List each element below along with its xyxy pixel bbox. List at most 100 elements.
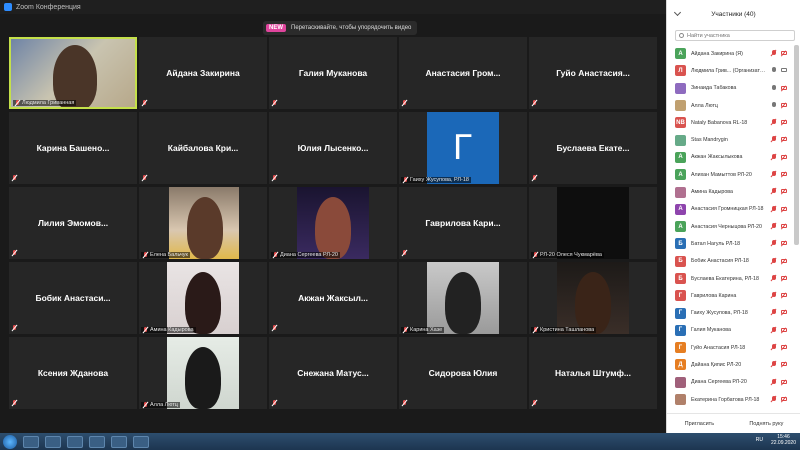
video-feed	[297, 187, 369, 259]
camera-off-icon	[781, 293, 787, 298]
banner-text: Перетаскивайте, чтобы упорядочить видео	[291, 25, 412, 31]
browser-icon[interactable]	[89, 435, 105, 448]
folder-icon[interactable]	[67, 435, 83, 448]
mic-icon	[772, 101, 776, 108]
video-tile[interactable]: Айдана Закирина	[139, 37, 267, 109]
participant-row[interactable]: А Айдана Закирина (Я)	[667, 45, 793, 62]
video-tile[interactable]: Кристина Ташланова	[529, 262, 657, 334]
video-tile[interactable]: Г Гаиху Жусупова, РЛ-18	[399, 112, 527, 184]
video-tile[interactable]: РЛ-20 Олеся Чукмарёва	[529, 187, 657, 259]
video-tile[interactable]: Бобик Анастаси...	[9, 262, 137, 334]
mic-muted-icon	[772, 50, 776, 56]
participant-row[interactable]: Г Гуйо Анастасия РЛ-18	[667, 339, 793, 356]
participant-row[interactable]: NB Nataly Babanova RL-18	[667, 114, 793, 131]
video-tile[interactable]: Сидорова Юлия	[399, 337, 527, 409]
participant-row[interactable]: Алла Лютц	[667, 97, 793, 114]
avatar: А	[675, 151, 686, 163]
participant-name: Анастасия Громницкая РЛ-18	[691, 206, 764, 213]
camera-off-icon	[781, 51, 787, 55]
video-tile[interactable]: Диана Сергеева РЛ-20	[269, 187, 397, 259]
video-tile[interactable]: Елена Бальчук	[139, 187, 267, 259]
muted-mic-icon	[403, 177, 408, 183]
video-tile[interactable]: Гаврилова Кари...	[399, 187, 527, 259]
participant-row[interactable]: Д Дайана Қипис РЛ-20	[667, 356, 793, 373]
mic-icon	[772, 84, 776, 91]
participant-row[interactable]: А Алихан Мамыттов РЛ-20	[667, 166, 793, 183]
muted-mic-icon	[12, 325, 18, 332]
tile-name-label: Гаиху Жусупова, РЛ-18	[401, 177, 471, 183]
avatar: Б	[675, 255, 686, 267]
video-tile[interactable]: Юлия Лысенко...	[269, 112, 397, 184]
participant-silhouette	[315, 197, 351, 259]
video-tile[interactable]: Буслаева Екате...	[529, 112, 657, 184]
avatar: А	[675, 169, 686, 181]
video-tile[interactable]: Наталья Штумф...	[529, 337, 657, 409]
raise-hand-button[interactable]: Поднять руку	[745, 419, 787, 429]
zoom-taskbar-icon[interactable]	[111, 435, 127, 448]
video-tile[interactable]: Карина Башено...	[9, 112, 137, 184]
video-tile[interactable]: Амина Кадырова	[139, 262, 267, 334]
video-tile[interactable]: Карина Хазе	[399, 262, 527, 334]
avatar: Г	[675, 290, 686, 302]
participant-row[interactable]: А Анастасия Громницкая РЛ-18	[667, 201, 793, 218]
participant-name: Алихан Мамыттов РЛ-20	[691, 171, 752, 178]
start-button-icon[interactable]	[3, 434, 17, 449]
participant-row[interactable]: Г Галия Муканова	[667, 322, 793, 339]
tile-label-text: Амина Кадырова	[150, 327, 194, 333]
camera-off-icon	[781, 241, 787, 246]
participant-name: Буслаева Екатерина, РЛ-18	[691, 275, 759, 282]
muted-mic-icon	[143, 402, 148, 408]
invite-button[interactable]: Пригласить	[681, 419, 718, 429]
zoom-logo-icon	[4, 3, 12, 11]
avatar	[675, 394, 686, 406]
participant-row[interactable]: Зинаида Табакова	[667, 80, 793, 97]
drag-hint-banner: NEW Перетаскивайте, чтобы упорядочить ви…	[263, 21, 418, 35]
video-tile[interactable]: Алла Лютц	[139, 337, 267, 409]
video-tile[interactable]: Гуйо Анастасия...	[529, 37, 657, 109]
video-tile[interactable]: Людмила Гриванная	[9, 37, 137, 109]
video-tile[interactable]: Ксения Жданова	[9, 337, 137, 409]
participant-row[interactable]: А Акжан Жаксылыкова	[667, 149, 793, 166]
muted-mic-icon	[533, 327, 538, 333]
video-tile[interactable]: Галия Муканова	[269, 37, 397, 109]
participant-row[interactable]: Б Бобик Анастасия РЛ-18	[667, 253, 793, 270]
video-tile[interactable]: Снежана Матус...	[269, 337, 397, 409]
participant-row[interactable]: Л Людмила Грив... (Организатор)	[667, 62, 793, 79]
muted-mic-icon	[402, 100, 408, 107]
participant-row[interactable]: Г Гаиху Жусупова, РЛ-18	[667, 304, 793, 321]
participant-row[interactable]: Г Гаврилова Карина	[667, 287, 793, 304]
video-tile[interactable]: Анастасия Гром...	[399, 37, 527, 109]
system-tray: RU 15:46 22.09.2020	[756, 434, 796, 446]
muted-mic-icon	[12, 250, 18, 257]
participant-search[interactable]	[675, 30, 795, 41]
explorer-icon[interactable]	[23, 435, 39, 448]
participant-row[interactable]: Екатерина Горбатова РЛ-18	[667, 391, 793, 408]
video-feed	[167, 262, 239, 334]
participant-row[interactable]: Stas Mandrygin	[667, 131, 793, 148]
camera-off-icon	[781, 189, 787, 194]
participant-row[interactable]: Амина Кадырова	[667, 183, 793, 200]
participant-search-input[interactable]	[687, 32, 787, 39]
word-icon[interactable]	[133, 435, 149, 448]
participant-name: Анастасия Черныцова РЛ-20	[691, 223, 762, 230]
mic-muted-icon	[772, 240, 776, 246]
participant-row[interactable]: А Анастасия Черныцова РЛ-20	[667, 218, 793, 235]
video-tile[interactable]: Акжан Жаксыл...	[269, 262, 397, 334]
mic-muted-icon	[772, 361, 776, 367]
participant-row[interactable]: Б Буслаева Екатерина, РЛ-18	[667, 270, 793, 287]
avatar	[675, 134, 686, 146]
tile-label-text: Кристина Ташланова	[540, 327, 595, 333]
language-indicator[interactable]: RU	[756, 437, 763, 443]
participants-header: Участники (40)	[667, 0, 800, 28]
media-player-icon[interactable]	[45, 435, 61, 448]
participants-scrollbar[interactable]	[794, 45, 799, 245]
avatar: Б	[675, 238, 686, 250]
participant-row[interactable]: Б Батал Нагуль РЛ-18	[667, 235, 793, 252]
clock[interactable]: 15:46 22.09.2020	[771, 434, 796, 446]
tile-name-label: Кристина Ташланова	[531, 327, 597, 333]
tile-participant-name: Ксения Жданова	[37, 368, 109, 378]
video-tile[interactable]: Лилия Эмомов...	[9, 187, 137, 259]
participant-row[interactable]: Диана Сергеева РЛ-20	[667, 374, 793, 391]
video-tile[interactable]: Кайбалова Кри...	[139, 112, 267, 184]
collapse-chevron-icon[interactable]	[673, 8, 682, 17]
